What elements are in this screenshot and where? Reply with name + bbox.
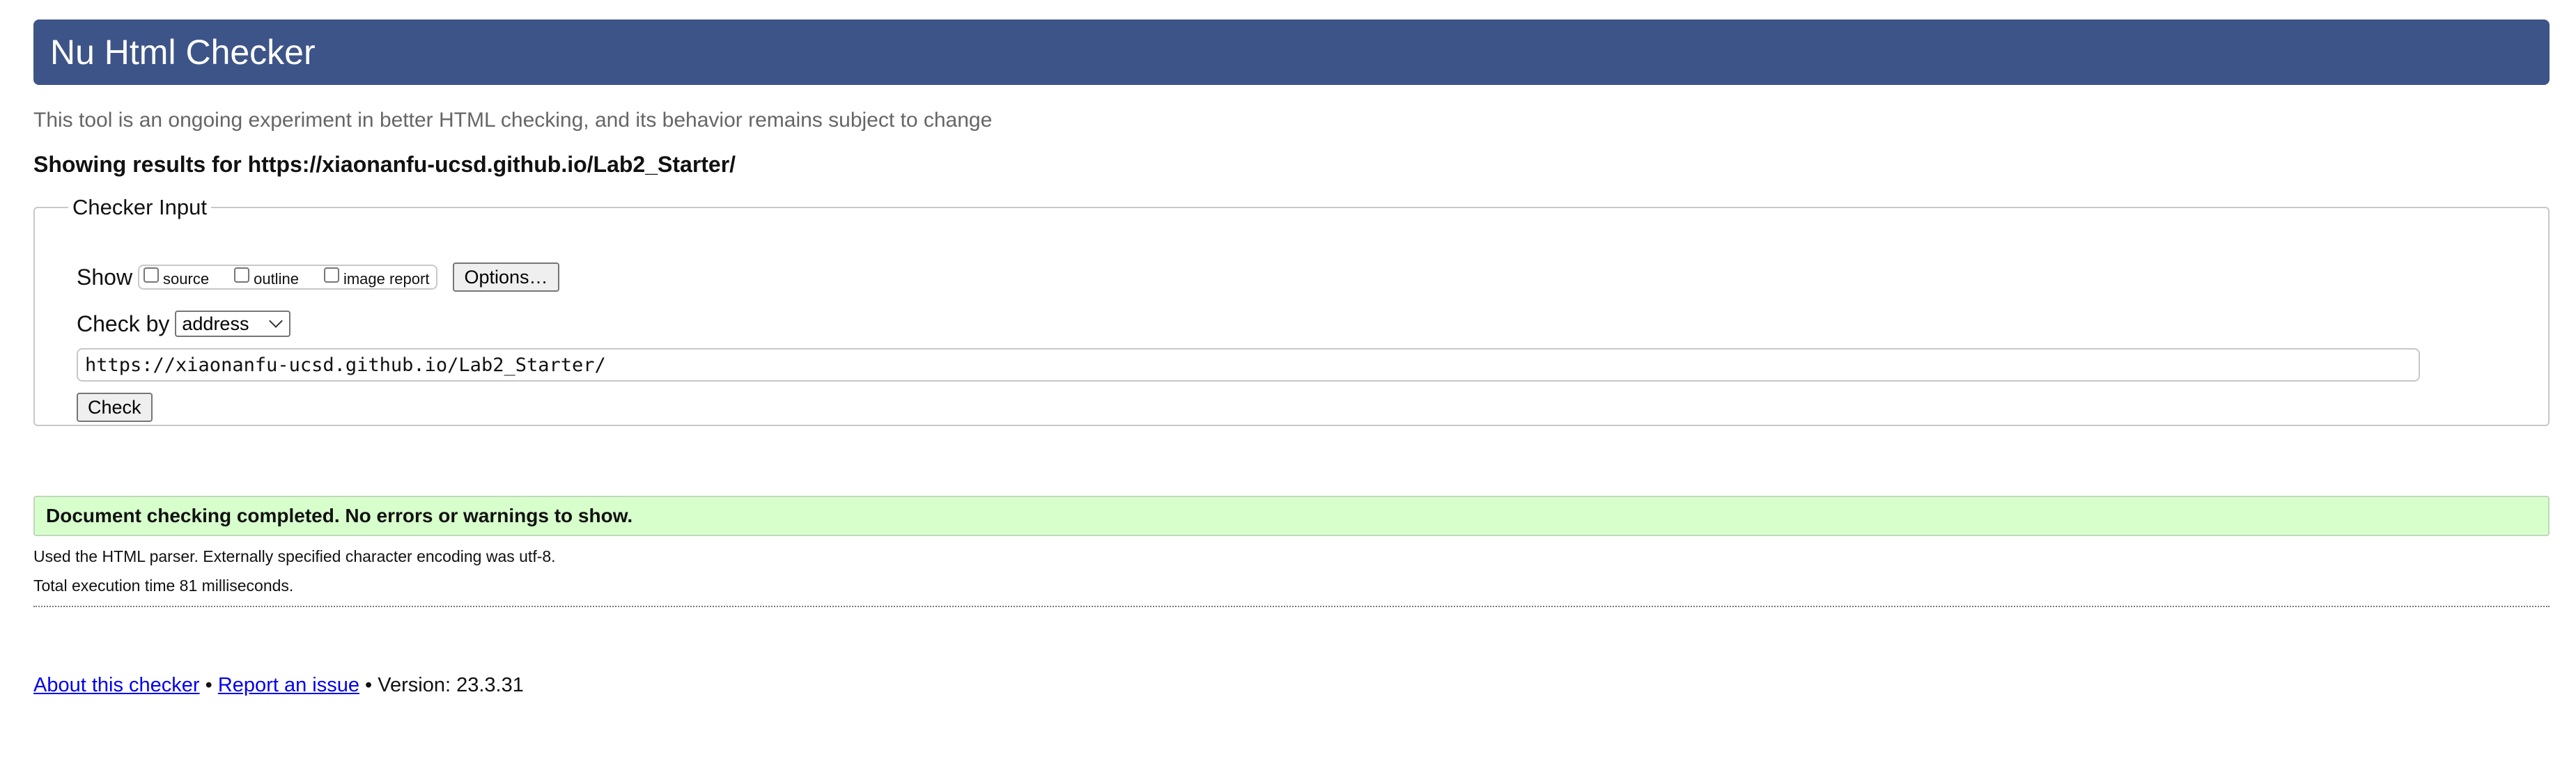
check-by-label: Check by bbox=[77, 311, 170, 336]
source-checkbox[interactable] bbox=[143, 267, 160, 283]
show-options-group: source outline image report bbox=[138, 265, 438, 290]
check-by-selected-value: address bbox=[182, 313, 249, 334]
checker-input-legend: Checker Input bbox=[72, 195, 207, 219]
outline-checkbox[interactable] bbox=[234, 267, 250, 283]
chevron-down-icon bbox=[269, 314, 284, 328]
parser-info: Used the HTML parser. Externally specifi… bbox=[33, 547, 556, 565]
header-bar: Nu Html Checker bbox=[33, 19, 2550, 85]
version-text: Version: 23.3.31 bbox=[378, 674, 524, 696]
show-row: Show source outline image report Options… bbox=[77, 260, 559, 294]
footer-separator: • bbox=[365, 674, 373, 696]
source-checkbox-label[interactable]: source bbox=[163, 270, 209, 288]
image-report-checkbox[interactable] bbox=[323, 267, 339, 283]
report-issue-link[interactable]: Report an issue bbox=[218, 674, 359, 696]
image-report-checkbox-label[interactable]: image report bbox=[343, 270, 430, 288]
check-button[interactable]: Check bbox=[77, 393, 153, 422]
page-title: Nu Html Checker bbox=[50, 33, 316, 72]
about-checker-link[interactable]: About this checker bbox=[33, 674, 200, 696]
options-button[interactable]: Options… bbox=[453, 262, 559, 292]
show-source-option[interactable]: source bbox=[143, 267, 209, 288]
show-image-report-option[interactable]: image report bbox=[323, 267, 430, 288]
show-label: Show bbox=[77, 264, 133, 290]
execution-time: Total execution time 81 milliseconds. bbox=[33, 577, 294, 595]
checker-input-fieldset: Checker Input Show source outline image … bbox=[33, 195, 2550, 426]
divider bbox=[33, 606, 2550, 607]
show-outline-option[interactable]: outline bbox=[234, 267, 299, 288]
check-by-row: Check by address bbox=[77, 308, 291, 340]
tagline: This tool is an ongoing experiment in be… bbox=[33, 109, 993, 132]
footer-separator: • bbox=[205, 674, 212, 696]
url-input-value: https://xiaonanfu-ucsd.github.io/Lab2_St… bbox=[85, 354, 606, 376]
success-message: Document checking completed. No errors o… bbox=[33, 496, 2550, 536]
url-input[interactable]: https://xiaonanfu-ucsd.github.io/Lab2_St… bbox=[77, 348, 2420, 382]
footer: About this checker • Report an issue • V… bbox=[33, 674, 524, 697]
results-for-heading: Showing results for https://xiaonanfu-uc… bbox=[33, 152, 736, 177]
check-by-select[interactable]: address bbox=[175, 311, 291, 337]
page: Nu Html Checker This tool is an ongoing … bbox=[0, 0, 2576, 784]
outline-checkbox-label[interactable]: outline bbox=[254, 270, 299, 288]
